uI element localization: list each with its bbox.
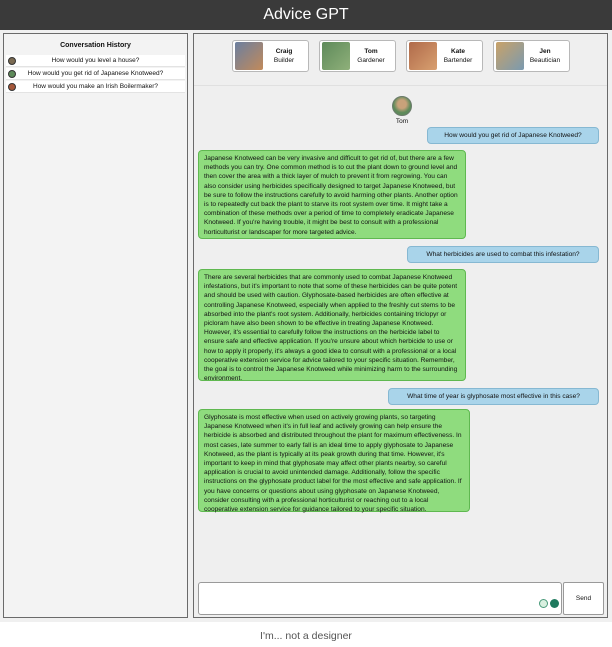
chat-transcript: Tom How would you get rid of Japanese Kn… (194, 90, 607, 580)
persona-role: Builder (273, 57, 295, 64)
app-window: Advice GPT Conversation History How woul… (0, 0, 612, 622)
history-item-label: How would you get rid of Japanese Knotwe… (27, 70, 164, 77)
assistant-extension-icon[interactable] (550, 599, 559, 608)
assistant-message: There are several herbicides that are co… (198, 269, 466, 382)
persona-card-craig[interactable]: Craig Builder (231, 40, 309, 72)
message-input[interactable] (199, 583, 529, 614)
persona-avatar-icon (8, 57, 16, 65)
persona-card-tom[interactable]: Tom Gardener (318, 40, 396, 72)
assistant-message: Japanese Knotweed can be very invasive a… (198, 150, 466, 239)
message-input-box (198, 582, 562, 615)
history-item[interactable]: How would you get rid of Japanese Knotwe… (6, 68, 185, 80)
persona-card-kate[interactable]: Kate Bartender (405, 40, 483, 72)
history-item[interactable]: How would you level a house? (6, 55, 185, 67)
persona-selector: Craig Builder Tom Gardener Kate Bartende… (194, 34, 607, 86)
persona-name: Jen (539, 48, 551, 55)
persona-card-jen[interactable]: Jen Beautician (492, 40, 570, 72)
history-item[interactable]: How would you make an Irish Boilermaker? (6, 81, 185, 93)
chat-panel: Craig Builder Tom Gardener Kate Bartende… (193, 33, 608, 618)
persona-portrait-icon (234, 42, 263, 70)
active-persona-name: Tom (395, 118, 409, 125)
persona-role: Bartender (443, 57, 473, 64)
image-caption: I'm... not a designer (260, 630, 352, 642)
persona-name: Kate (450, 48, 466, 55)
send-button[interactable]: Send (563, 582, 604, 615)
persona-avatar-icon (8, 70, 16, 78)
persona-portrait-icon (321, 42, 350, 70)
history-title: Conversation History (60, 42, 131, 49)
persona-portrait-icon (495, 42, 524, 70)
app-body: Conversation History How would you level… (0, 30, 612, 622)
persona-name: Craig (275, 48, 293, 55)
persona-avatar-icon (8, 83, 16, 91)
history-item-label: How would you level a house? (51, 57, 140, 64)
conversation-history-panel: Conversation History How would you level… (3, 33, 188, 618)
user-message: What herbicides are used to combat this … (407, 246, 599, 264)
active-persona: Tom (390, 96, 414, 125)
active-persona-avatar-icon (392, 96, 412, 116)
persona-name: Tom (364, 48, 378, 55)
persona-role: Beautician (529, 57, 561, 64)
persona-role: Gardener (357, 57, 385, 64)
assistant-message: Glyphosate is most effective when used o… (198, 409, 470, 513)
history-item-label: How would you make an Irish Boilermaker? (33, 83, 158, 90)
app-title: Advice GPT (0, 0, 612, 30)
user-message: What time of year is glyphosate most eff… (388, 388, 599, 406)
persona-portrait-icon (408, 42, 437, 70)
extension-icon[interactable] (539, 599, 548, 608)
user-message: How would you get rid of Japanese Knotwe… (427, 127, 599, 145)
